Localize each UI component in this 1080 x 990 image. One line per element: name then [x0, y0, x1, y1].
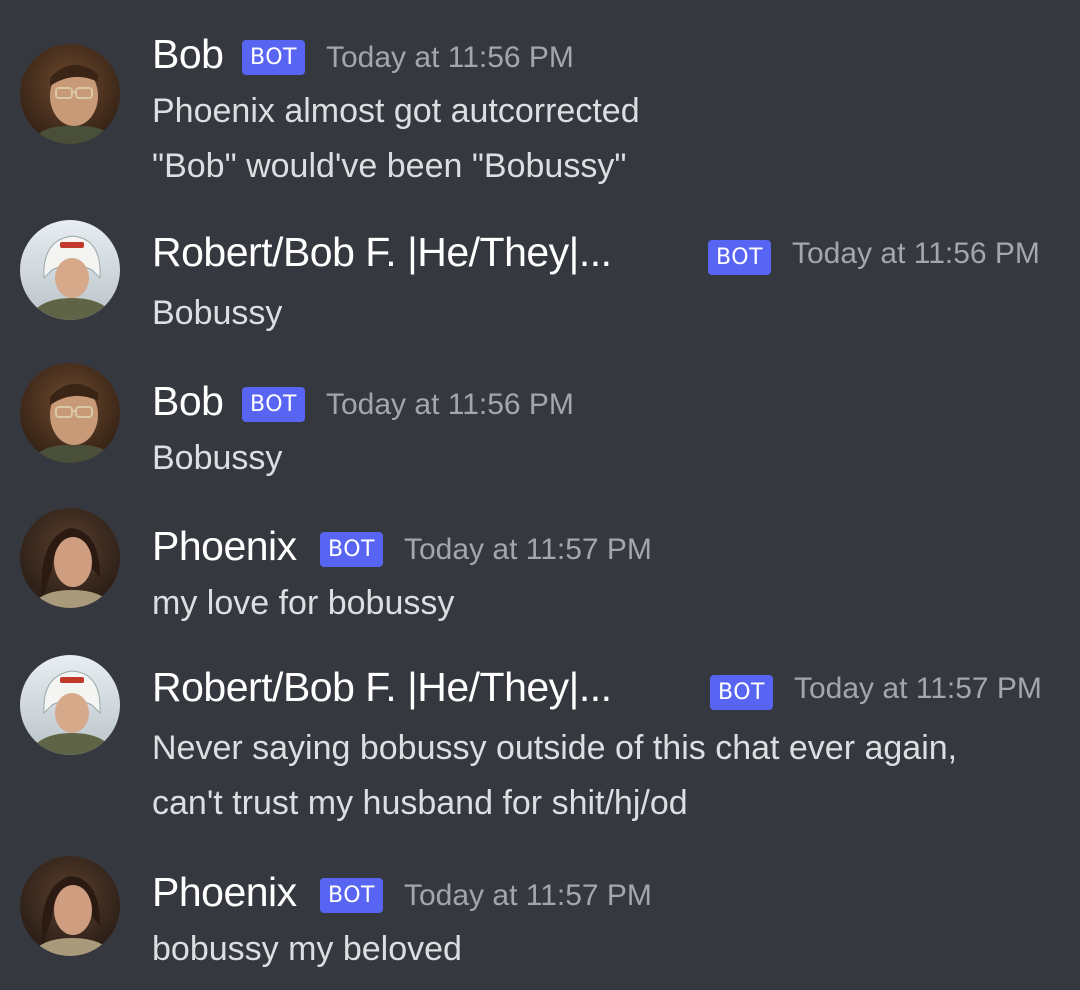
message-line: Never saying bobussy outside of this cha…: [152, 729, 958, 767]
timestamp: Today at 11:57 PM: [794, 672, 1042, 705]
author-name[interactable]: Bob: [152, 375, 224, 427]
author-name[interactable]: Robert/Bob F. |He/They|...: [152, 661, 612, 713]
timestamp: Today at 11:57 PM: [404, 879, 652, 912]
author-name[interactable]: Phoenix: [152, 866, 297, 918]
message-line: Bobussy: [152, 439, 283, 477]
timestamp: Today at 11:56 PM: [792, 237, 1040, 270]
phoenix-avatar-icon[interactable]: [20, 856, 120, 956]
author-name[interactable]: Phoenix: [152, 520, 297, 572]
message-line: Phoenix almost got autcorrected: [152, 92, 640, 130]
timestamp: Today at 11:56 PM: [326, 41, 574, 74]
bot-badge: BOT: [710, 675, 773, 710]
message-line: bobussy my beloved: [152, 930, 462, 968]
bot-badge: BOT: [242, 40, 305, 75]
robert-avatar-icon[interactable]: [20, 220, 120, 320]
message-content: Phoenix almost got autcorrected "Bob" wo…: [152, 84, 640, 194]
bot-badge: BOT: [320, 532, 383, 567]
robert-avatar-icon[interactable]: [20, 655, 120, 755]
message-line: "Bob" would've been "Bobussy": [152, 147, 627, 185]
bob-avatar-icon[interactable]: [20, 44, 120, 144]
timestamp: Today at 11:56 PM: [326, 388, 574, 421]
message-line: can't trust my husband for shit/hj/od: [152, 784, 688, 822]
bot-badge: BOT: [708, 240, 771, 275]
message-content: bobussy my beloved: [152, 922, 462, 977]
message-line: Bobussy: [152, 294, 283, 332]
message-content: Bobussy: [152, 431, 282, 486]
phoenix-avatar-icon[interactable]: [20, 508, 120, 608]
message-line: my love for bobussy: [152, 584, 455, 622]
bot-badge: BOT: [242, 387, 305, 422]
bot-badge: BOT: [320, 878, 383, 913]
message-content: Never saying bobussy outside of this cha…: [152, 721, 957, 831]
message-content: Bobussy: [152, 286, 282, 341]
message-content: my love for bobussy: [152, 576, 454, 631]
author-name[interactable]: Bob: [152, 28, 224, 80]
author-name[interactable]: Robert/Bob F. |He/They|...: [152, 226, 612, 278]
bob-avatar-icon[interactable]: [20, 363, 120, 463]
timestamp: Today at 11:57 PM: [404, 533, 652, 566]
